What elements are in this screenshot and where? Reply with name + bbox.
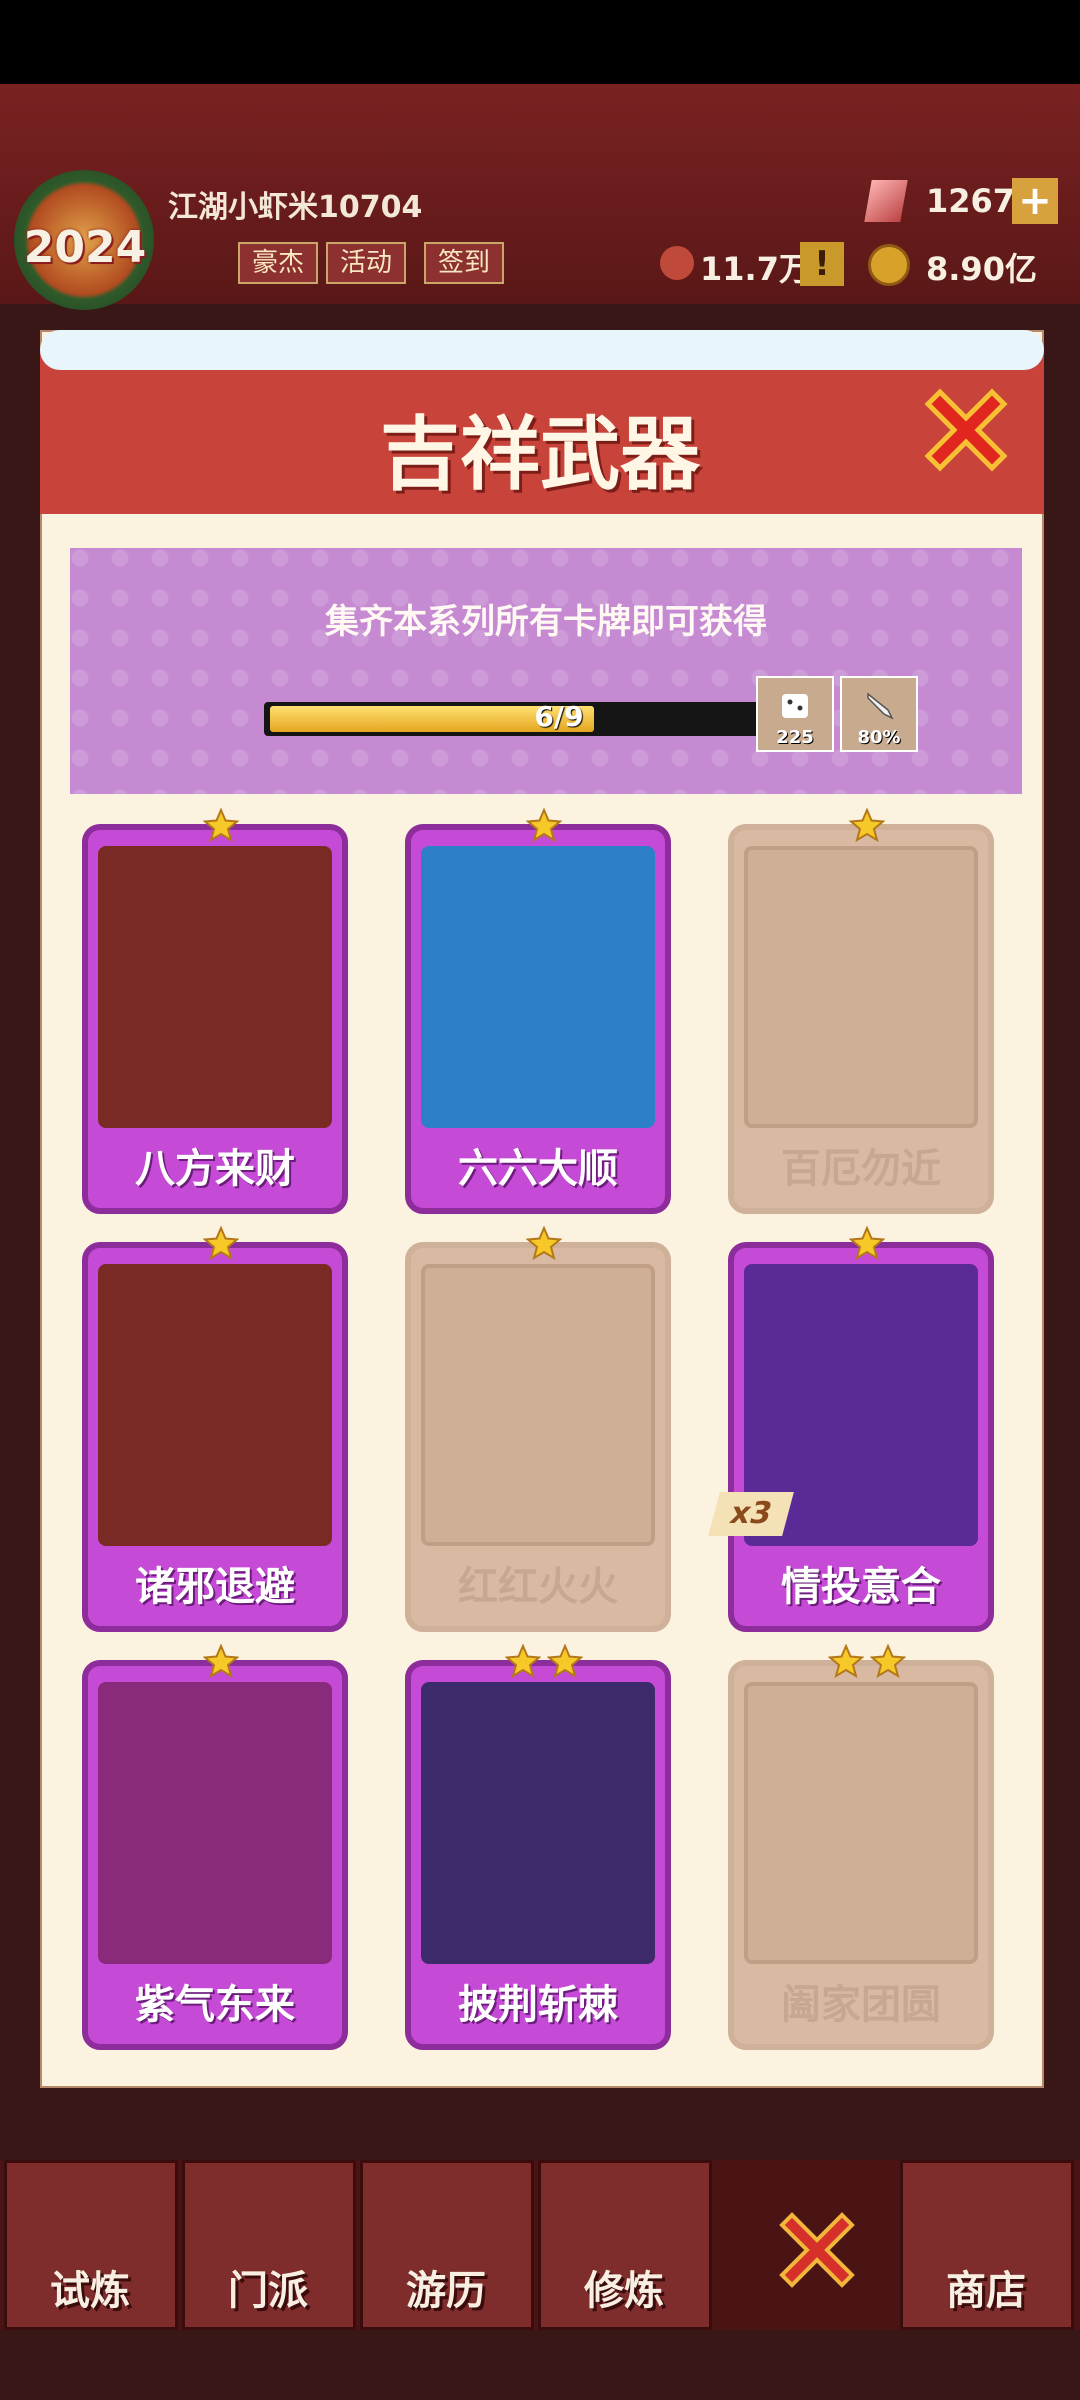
weapon-card-name: 六六大顺 (458, 1146, 618, 1192)
weapon-card[interactable]: 阖家团圆 (728, 1644, 994, 2050)
reward-dice[interactable]: 225 (756, 676, 834, 752)
weapon-artwork (98, 1682, 332, 1964)
tab-shop-label: 商店 (946, 2268, 1026, 2314)
weapon-card[interactable]: 诸邪退避 (82, 1226, 348, 1632)
weapon-card[interactable]: 紫气东来 (82, 1644, 348, 2050)
reward-sword-value: 80% (857, 727, 901, 748)
star-icon (203, 1644, 239, 1679)
weapon-artwork (98, 1264, 332, 1546)
weapon-card-name: 百厄勿近 (781, 1146, 941, 1192)
star-icon (828, 1644, 864, 1679)
star-icon (849, 1226, 885, 1261)
duplicate-count-badge: x3 (708, 1492, 794, 1536)
gem-icon (864, 180, 908, 222)
weapon-card[interactable]: 八方来财 (82, 808, 348, 1214)
reward-sword[interactable]: 80% (840, 676, 918, 752)
top-hud (0, 84, 1080, 304)
sword-icon (867, 692, 894, 720)
locked-card-slot (421, 1264, 655, 1546)
weapon-card-name: 红红火火 (458, 1564, 618, 1610)
snow-decoration (40, 330, 1044, 370)
star-icon (526, 1226, 562, 1261)
weapon-card-name: 八方来财 (135, 1146, 295, 1192)
weapon-card-name: 披荆斩棘 (458, 1982, 618, 2028)
modal-close-button[interactable] (918, 382, 1014, 478)
star-icon (203, 808, 239, 843)
tab-sect-label: 门派 (228, 2268, 308, 2314)
modal-title: 吉祥武器 (380, 408, 700, 501)
heroes-button[interactable]: 豪杰 (238, 242, 319, 284)
weapon-artwork (421, 1682, 655, 1964)
weapon-card[interactable]: 六六大顺 (405, 808, 671, 1214)
locked-card-slot (744, 846, 978, 1128)
locked-card-slot (744, 1682, 978, 1964)
player-name[interactable]: 江湖小虾米10704 (168, 182, 422, 226)
tab-trial-label: 试炼 (50, 2268, 130, 2314)
banner-text: 集齐本系列所有卡牌即可获得 (325, 602, 767, 642)
close-icon[interactable] (772, 2205, 862, 2295)
weapon-card-name: 阖家团圆 (781, 1982, 941, 2028)
alert-icon[interactable]: ! (800, 242, 844, 286)
coin-icon (868, 244, 910, 286)
collection-banner (70, 548, 1022, 794)
gem-count: 1267 (926, 182, 1016, 220)
power-icon (660, 246, 694, 280)
weapon-artwork (98, 846, 332, 1128)
power-value: 11.7万 (700, 250, 811, 288)
star-icon (870, 1644, 906, 1679)
weapon-card[interactable]: 披荆斩棘 (405, 1644, 671, 2050)
weapon-card[interactable]: 红红火火 (405, 1226, 671, 1632)
star-icon (849, 808, 885, 843)
weapon-artwork (421, 846, 655, 1128)
tab-travel-label: 游历 (406, 2268, 486, 2314)
checkin-button[interactable]: 签到 (424, 242, 505, 284)
dice-icon (782, 694, 808, 718)
weapon-card[interactable]: 百厄勿近 (728, 808, 994, 1214)
coin-count: 8.90亿 (926, 250, 1037, 288)
year-logo-text: 2024 (23, 222, 147, 273)
events-button[interactable]: 活动 (326, 242, 407, 284)
weapon-card-name: 诸邪退避 (135, 1564, 295, 1610)
star-icon (547, 1644, 583, 1679)
weapon-card-name: 情投意合 (781, 1564, 941, 1610)
star-icon (505, 1644, 541, 1679)
tab-cultivate-label: 修炼 (584, 2268, 664, 2314)
reward-dice-value: 225 (776, 727, 814, 748)
star-icon (203, 1226, 239, 1261)
status-bar (0, 0, 1080, 84)
weapon-card[interactable]: 情投意合 x3 (708, 1226, 994, 1632)
star-icon (526, 808, 562, 843)
add-gems-button[interactable]: + (1012, 178, 1058, 224)
weapon-card-name: 紫气东来 (135, 1982, 295, 2028)
